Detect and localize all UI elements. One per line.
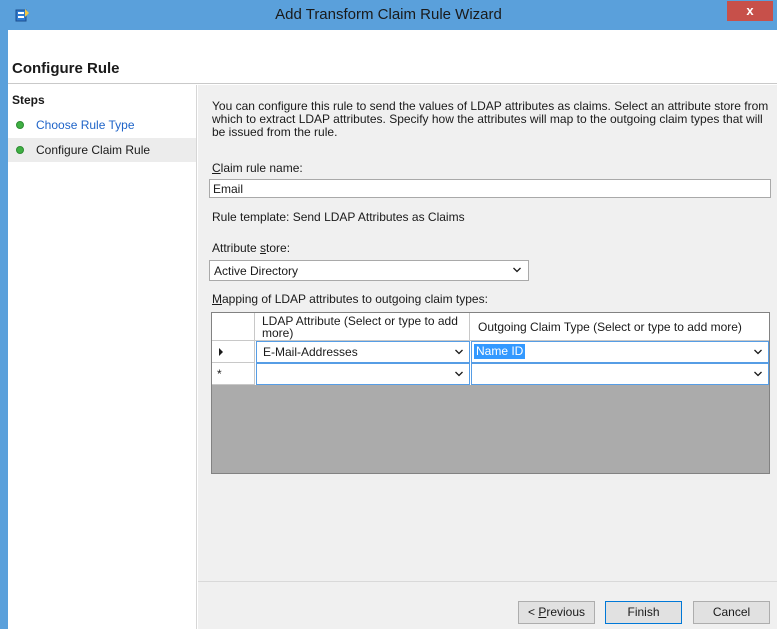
- window-title: Add Transform Claim Rule Wizard: [275, 6, 502, 23]
- column-header-ldap-attribute[interactable]: LDAP Attribute (Select or type to add mo…: [255, 313, 470, 341]
- chevron-down-icon[interactable]: [754, 348, 762, 356]
- step-label: Choose Rule Type: [36, 118, 135, 132]
- attribute-store-label: Attribute store:: [212, 241, 291, 255]
- table-row: E-Mail-Addresses Name ID: [212, 341, 769, 363]
- step-label: Configure Claim Rule: [36, 143, 151, 157]
- step-choose-rule-type[interactable]: Choose Rule Type: [8, 113, 196, 137]
- rule-template-text: Rule template: Send LDAP Attributes as C…: [212, 210, 465, 224]
- close-icon: x: [746, 3, 754, 18]
- claim-type-combo[interactable]: Name ID: [471, 341, 769, 363]
- claim-rule-name-label: Claim rule name:: [212, 161, 303, 175]
- attribute-store-select[interactable]: Active Directory: [209, 260, 529, 281]
- step-complete-icon: [16, 121, 24, 129]
- cancel-button[interactable]: Cancel: [693, 601, 770, 624]
- table-row: *: [212, 363, 769, 385]
- window-frame: Add Transform Claim Rule Wizard x Config…: [0, 0, 777, 629]
- grid-corner[interactable]: [212, 313, 255, 341]
- row-header-new[interactable]: *: [212, 363, 255, 385]
- chevron-down-icon: [513, 267, 521, 273]
- rule-description: You can configure this rule to send the …: [212, 99, 769, 139]
- ldap-attribute-combo[interactable]: [256, 363, 470, 385]
- ldap-attribute-combo[interactable]: E-Mail-Addresses: [256, 341, 470, 363]
- page-header: Configure Rule: [8, 30, 777, 84]
- grid-header: LDAP Attribute (Select or type to add mo…: [212, 313, 769, 341]
- chevron-down-icon[interactable]: [754, 370, 762, 378]
- title-bar[interactable]: Add Transform Claim Rule Wizard x: [0, 0, 777, 30]
- mapping-grid[interactable]: LDAP Attribute (Select or type to add mo…: [211, 312, 770, 474]
- current-row-icon: [219, 348, 223, 356]
- rule-config-panel: You can configure this rule to send the …: [198, 85, 777, 629]
- steps-title: Steps: [12, 93, 45, 107]
- wizard-footer: < Previous Finish Cancel: [198, 581, 777, 629]
- page-title: Configure Rule: [12, 60, 120, 77]
- previous-button[interactable]: < Previous: [518, 601, 595, 624]
- attribute-store-value: Active Directory: [214, 264, 299, 278]
- close-button[interactable]: x: [727, 1, 773, 21]
- finish-button[interactable]: Finish: [605, 601, 682, 624]
- new-row-icon: *: [217, 367, 222, 381]
- mapping-label: Mapping of LDAP attributes to outgoing c…: [212, 292, 488, 306]
- step-current-icon: [16, 146, 24, 154]
- column-header-outgoing-claim-type[interactable]: Outgoing Claim Type (Select or type to a…: [470, 313, 769, 341]
- claim-type-value: Name ID: [474, 344, 526, 359]
- claim-rule-name-input[interactable]: [209, 179, 771, 198]
- claim-type-combo[interactable]: [471, 363, 769, 385]
- row-header-current[interactable]: [212, 341, 255, 363]
- step-configure-claim-rule[interactable]: Configure Claim Rule: [8, 138, 196, 162]
- ldap-attribute-value: E-Mail-Addresses: [263, 345, 358, 359]
- chevron-down-icon[interactable]: [455, 348, 463, 356]
- chevron-down-icon[interactable]: [455, 370, 463, 378]
- steps-panel: Steps Choose Rule Type Configure Claim R…: [8, 85, 197, 629]
- wizard-client-area: Configure Rule Steps Choose Rule Type Co…: [8, 30, 777, 629]
